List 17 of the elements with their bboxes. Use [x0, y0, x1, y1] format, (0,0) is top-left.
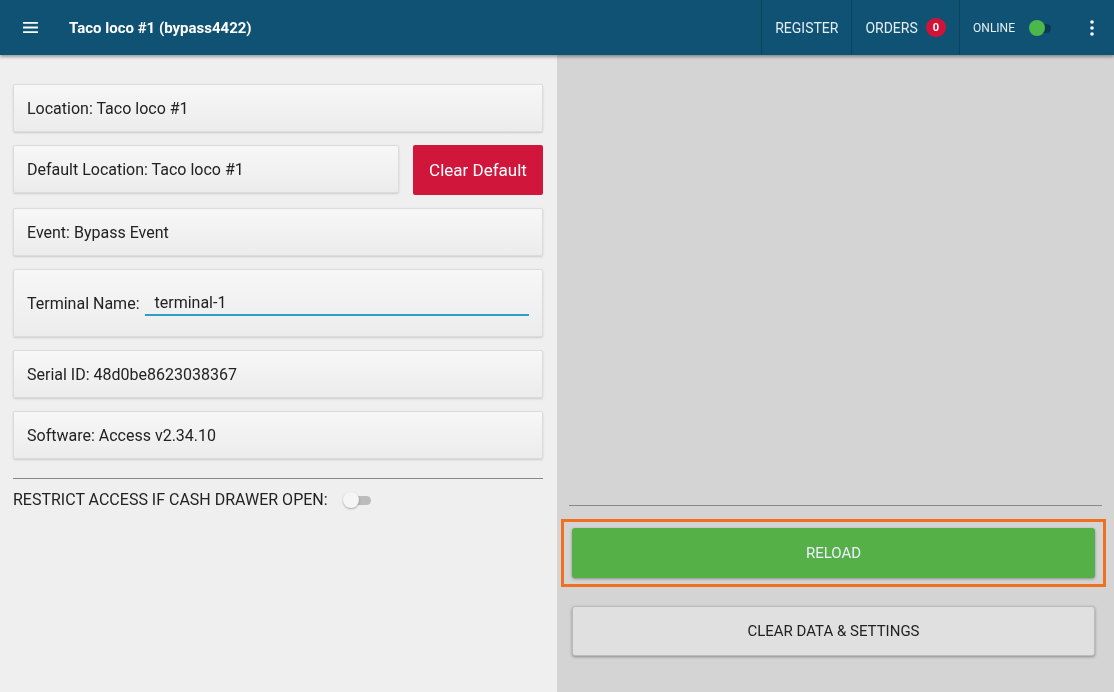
info-card: Location: Taco loco #1 — [13, 84, 543, 132]
orders-label: ORDERS — [865, 19, 918, 36]
field-label: Terminal Name: — [27, 293, 140, 313]
toggle-switch[interactable] — [342, 490, 371, 509]
info-card: Software: Access v2.34.10 — [13, 411, 543, 459]
info-card: Event: Bypass Event — [13, 208, 543, 256]
restrict-label: RESTRICT ACCESS IF CASH DRAWER OPEN: — [13, 490, 328, 509]
more-options-icon[interactable] — [1090, 19, 1094, 36]
menu-icon[interactable] — [22, 21, 39, 34]
clear-default-button[interactable]: Clear Default — [413, 145, 543, 195]
info-card: Serial ID: 48d0be8623038367 — [13, 350, 543, 398]
clear-data-button[interactable]: CLEAR DATA & SETTINGS — [572, 606, 1095, 656]
app-title: Taco loco #1 (bypass4422) — [69, 18, 252, 37]
online-label: ONLINE — [973, 20, 1015, 35]
info-card: Default Location: Taco loco #1 — [13, 145, 399, 193]
count-badge: 0 — [925, 18, 947, 37]
terminal-name-field[interactable]: terminal-1 — [144, 290, 529, 316]
